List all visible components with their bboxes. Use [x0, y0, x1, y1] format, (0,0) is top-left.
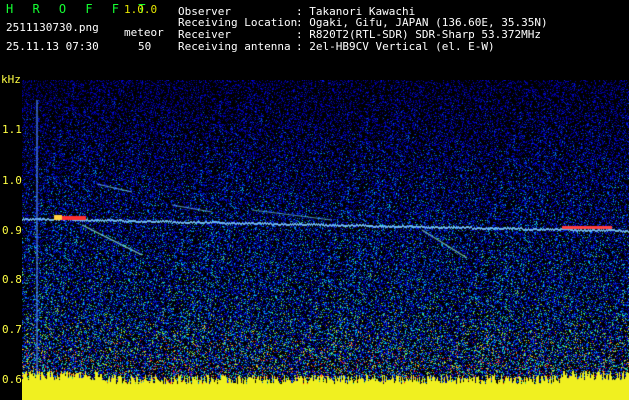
y-tick-label-0.9: 0.9: [2, 224, 22, 237]
meteor-label: meteor: [124, 26, 164, 39]
antenna-label: Receiving antenna: [178, 40, 291, 53]
y-tick-label-1.1: 1.1: [2, 123, 22, 136]
app-version: 1.0.0: [124, 3, 158, 16]
spectrogram-canvas: [22, 80, 629, 400]
y-tick-label-1.0: 1.0: [2, 174, 22, 187]
y-tick-label-0.7: 0.7: [2, 323, 22, 336]
y-unit-label: kHz: [1, 73, 21, 86]
datetime: 25.11.13 07:30: [6, 40, 99, 53]
filename: 2511130730.png: [6, 21, 99, 34]
antenna-value: : 2el-HB9CV Vertical (el. E-W): [296, 40, 495, 53]
y-tick-label-0.6: 0.6: [2, 373, 22, 386]
header: H R O F F T 1.0.0 2511130730.png 25.11.1…: [0, 0, 629, 80]
meteor-count: 50: [138, 40, 152, 53]
y-tick-label-0.8: 0.8: [2, 273, 22, 286]
